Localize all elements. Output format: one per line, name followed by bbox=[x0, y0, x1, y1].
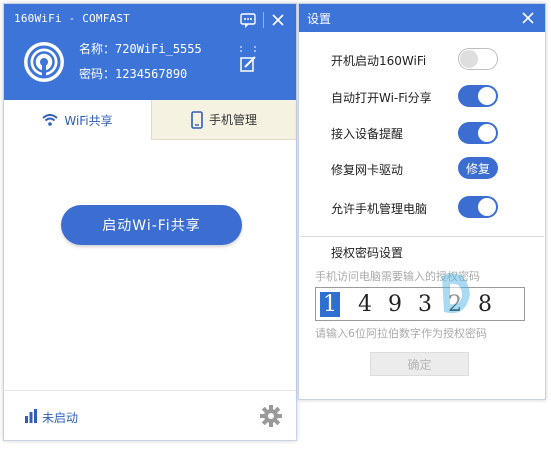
status-text: 未启动 bbox=[42, 411, 79, 425]
option-label-autostart: 开机启动160WiFi bbox=[331, 54, 427, 68]
auth-hint-bottom: 请输入6位阿拉伯数字作为授权密码 bbox=[315, 327, 487, 340]
feedback-icon[interactable] bbox=[238, 10, 258, 30]
wifi-password-value: 1234567890 bbox=[115, 67, 188, 81]
option-label-phone-control: 允许手机管理电脑 bbox=[331, 202, 428, 216]
signal-bars-icon bbox=[24, 408, 38, 427]
wifi-password-row: 密码：1234567890 bbox=[79, 65, 187, 82]
phone-icon bbox=[191, 110, 203, 129]
start-wifi-share-button[interactable]: 启动Wi-Fi共享 bbox=[61, 205, 242, 245]
wifi-password-label: 密码： bbox=[79, 67, 116, 81]
password-digit: 9 bbox=[388, 291, 402, 317]
tab-wifi-share-label: WiFi共享 bbox=[64, 113, 113, 128]
wifi-name-value: 720WiFi_5555 bbox=[115, 42, 202, 56]
gear-icon[interactable] bbox=[260, 405, 282, 431]
option-label-auto-open-wifi: 自动打开Wi-Fi分享 bbox=[331, 91, 432, 105]
auth-password-title: 授权密码设置 bbox=[331, 246, 404, 260]
settings-close-icon[interactable] bbox=[519, 9, 537, 27]
tab-phone-manage[interactable]: 手机管理 bbox=[151, 100, 296, 140]
toggle-auto-open-wifi[interactable] bbox=[458, 85, 498, 107]
settings-header: 设置 bbox=[299, 4, 545, 32]
toggle-device-alert[interactable] bbox=[458, 122, 498, 144]
wifi-name-label: 名称： bbox=[79, 42, 116, 56]
password-digit: 1 bbox=[320, 291, 340, 317]
option-label-device-alert: 接入设备提醒 bbox=[331, 127, 404, 141]
confirm-button[interactable]: 确定 bbox=[370, 352, 469, 376]
wifi-name-row: 名称：720WiFi_5555 bbox=[79, 40, 202, 57]
password-digit: 4 bbox=[358, 291, 372, 317]
main-header: 160WiFi - COMFAST 名称：720WiFi_5555 密码：123… bbox=[4, 4, 296, 100]
option-label-repair-driver: 修复网卡驱动 bbox=[331, 163, 404, 177]
tab-phone-manage-label: 手机管理 bbox=[208, 113, 257, 127]
settings-title: 设置 bbox=[307, 12, 332, 26]
toggle-autostart[interactable] bbox=[458, 48, 498, 70]
settings-window: 设置 开机启动160WiFi 自动打开Wi-Fi分享 接入设备提醒 修复网卡驱动… bbox=[298, 3, 546, 400]
hotspot-logo-icon bbox=[24, 42, 64, 82]
app-title: 160WiFi - COMFAST bbox=[14, 12, 130, 25]
tab-bar: WiFi共享 手机管理 bbox=[4, 100, 296, 140]
toggle-knob bbox=[460, 50, 478, 68]
close-icon[interactable] bbox=[268, 10, 288, 30]
edit-icon[interactable] bbox=[237, 45, 259, 79]
header-separator bbox=[263, 12, 264, 28]
toggle-knob bbox=[478, 124, 496, 142]
toggle-knob bbox=[478, 198, 496, 216]
toggle-knob bbox=[478, 87, 496, 105]
repair-driver-button[interactable]: 修复 bbox=[458, 157, 498, 179]
tab-wifi-share[interactable]: WiFi共享 bbox=[4, 100, 151, 140]
status-bar: 未启动 bbox=[4, 390, 296, 441]
main-window: 160WiFi - COMFAST 名称：720WiFi_5555 密码：123… bbox=[3, 3, 297, 441]
wifi-icon bbox=[42, 114, 58, 126]
section-divider bbox=[300, 236, 544, 237]
toggle-phone-control[interactable] bbox=[458, 196, 498, 218]
watermark-logo bbox=[436, 266, 551, 326]
